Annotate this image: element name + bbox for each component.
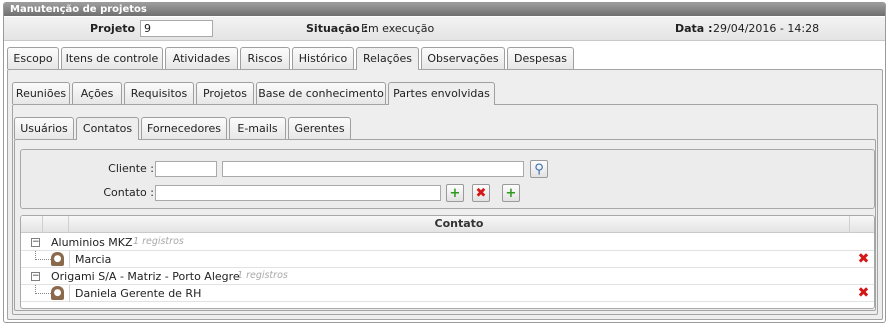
window-title: Manutenção de projetos [4,3,885,16]
tab-projetos[interactable]: Projetos [196,82,254,104]
contact-name: Marcia [75,253,112,266]
group-row[interactable]: − Origami S/A - Matriz - Porto Alegre 1 … [21,268,874,285]
tab-base-de-conhecimento[interactable]: Base de conhecimento [256,82,386,104]
table-row[interactable]: ● Daniela Gerente de RH ✖ [21,285,874,302]
project-maintenance-window: Manutenção de projetos Projeto : 9 Situa… [3,2,886,323]
delete-icon[interactable]: ✖ [857,286,870,300]
main-tabs: Escopo Itens de controle Atividades Risc… [4,47,885,70]
tab-observacoes[interactable]: Observações [421,47,505,69]
tab-relacoes[interactable]: Relações [356,47,419,70]
tab-acoes[interactable]: Ações [72,82,122,104]
delete-icon[interactable]: ✖ [472,184,490,202]
date-value: 29/04/2016 - 14:28 [713,22,820,35]
tab-contatos[interactable]: Contatos [76,117,139,140]
group-count: 1 registros [237,270,288,281]
tab-escopo[interactable]: Escopo [7,47,59,69]
tab-riscos[interactable]: Riscos [240,47,290,69]
group-row[interactable]: − Aluminios MKZ 1 registros [21,234,874,251]
status-label: Situação : [306,22,368,35]
person-icon: ● [51,252,64,266]
client-code-input[interactable] [155,161,217,177]
collapse-icon[interactable]: − [31,272,40,281]
client-label: Cliente : [108,162,154,175]
project-info-bar: Projeto : 9 Situação : Em execução Data … [4,17,885,41]
tab-emails[interactable]: E-mails [229,117,286,139]
contact-label: Contato : [103,186,154,199]
grid-header: Contato [21,216,874,233]
tab-reunioes[interactable]: Reuniões [12,82,70,104]
relations-subtabs: Reuniões Ações Requisitos Projetos Base … [4,82,885,105]
contact-name: Daniela Gerente de RH [75,287,202,300]
client-name-input[interactable] [222,161,524,177]
contact-select[interactable] [155,185,441,201]
tab-historico[interactable]: Histórico [292,47,354,69]
tab-despesas[interactable]: Despesas [507,47,574,69]
tab-partes-envolvidas[interactable]: Partes envolvidas [388,82,495,105]
person-icon: ● [51,286,64,300]
group-name: Origami S/A - Matriz - Porto Alegre [51,270,240,283]
column-title-contato: Contato [434,217,484,230]
contact-filter-box: Cliente : ⚲ Contato : + ✖ + [20,149,875,209]
tab-usuarios[interactable]: Usuários [14,117,74,139]
stakeholder-subtabs: Usuários Contatos Fornecedores E-mails G… [4,117,885,140]
collapse-icon[interactable]: − [31,238,40,247]
tab-itens-de-controle[interactable]: Itens de controle [61,47,163,69]
tab-fornecedores[interactable]: Fornecedores [141,117,227,139]
project-label: Projeto : [90,22,144,35]
table-row[interactable]: ● Marcia ✖ [21,251,874,268]
add-icon[interactable]: + [502,184,520,202]
add-search-icon[interactable]: + [446,184,464,202]
contacts-grid: Contato − Aluminios MKZ 1 registros ● Ma… [20,215,875,309]
group-count: 1 registros [133,236,184,247]
search-icon[interactable]: ⚲ [530,160,548,178]
group-name: Aluminios MKZ [51,236,133,249]
tab-atividades[interactable]: Atividades [165,47,238,69]
tab-gerentes[interactable]: Gerentes [288,117,351,139]
delete-icon[interactable]: ✖ [857,252,870,266]
date-label: Data : [675,22,713,35]
project-number-field[interactable]: 9 [140,20,213,37]
status-value: Em execução [361,22,435,35]
tab-requisitos[interactable]: Requisitos [124,82,194,104]
